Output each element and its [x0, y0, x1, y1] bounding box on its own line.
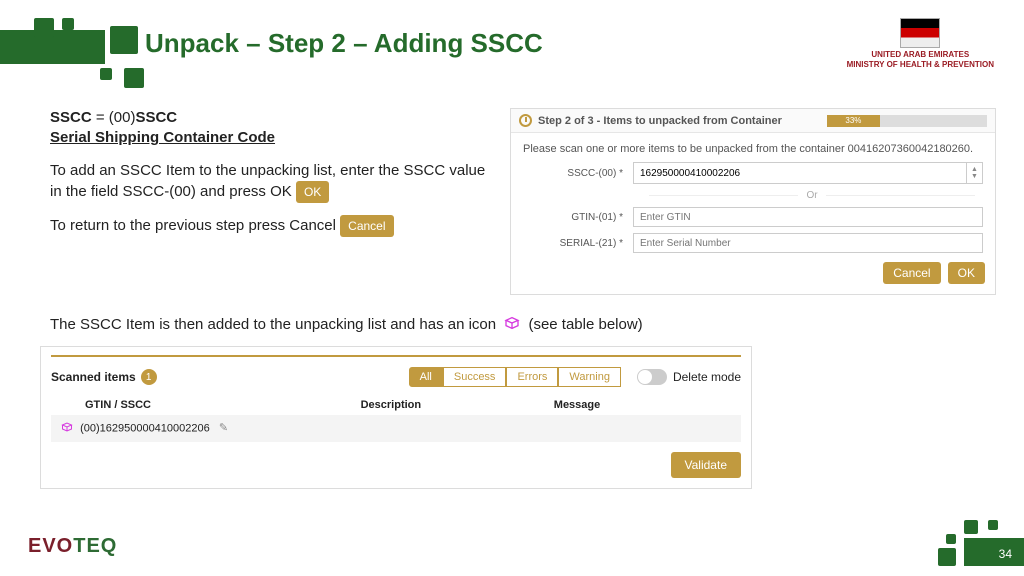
- scanned-items-panel: Scanned items 1 All Success Errors Warni…: [40, 346, 752, 489]
- scanned-count-badge: 1: [141, 369, 157, 385]
- filter-warning[interactable]: Warning: [558, 367, 621, 387]
- page-number: 34: [999, 547, 1012, 561]
- result-text: The SSCC Item is then added to the unpac…: [50, 315, 930, 335]
- instruction-p1: To add an SSCC Item to the unpacking lis…: [50, 162, 485, 200]
- progress-bar: 33%: [827, 115, 987, 127]
- instruction-p2: To return to the previous step press Can…: [50, 217, 336, 234]
- or-divider: Or: [511, 187, 995, 204]
- page-title: Unpack – Step 2 – Adding SSCC: [145, 28, 543, 59]
- filter-errors[interactable]: Errors: [506, 367, 558, 387]
- delete-mode-toggle[interactable]: [637, 369, 667, 385]
- delete-mode-label: Delete mode: [673, 370, 741, 384]
- edit-icon[interactable]: ✎: [219, 422, 228, 434]
- serial-label: SERIAL-(21) *: [523, 238, 633, 249]
- sscc-input[interactable]: [634, 163, 966, 183]
- filter-all[interactable]: All: [409, 367, 443, 387]
- serial-input[interactable]: [633, 233, 983, 253]
- gov-logo: UNITED ARAB EMIRATES MINISTRY OF HEALTH …: [847, 18, 994, 69]
- cancel-button[interactable]: Cancel: [883, 262, 940, 284]
- evoteq-logo: EVOTEQ: [28, 535, 117, 558]
- row-sscc-value: (00)162950000410002206: [80, 422, 210, 434]
- package-icon: [504, 315, 520, 335]
- uae-emblem-icon: [900, 18, 940, 48]
- gov-line1: UNITED ARAB EMIRATES: [847, 50, 994, 60]
- clock-icon: [519, 114, 532, 127]
- col-desc: Description: [355, 395, 548, 415]
- gtin-input[interactable]: [633, 207, 983, 227]
- package-icon: [61, 421, 73, 436]
- form-instruction: Please scan one or more items to be unpa…: [511, 133, 995, 159]
- ok-button[interactable]: OK: [948, 262, 985, 284]
- gtin-label: GTIN-(01) *: [523, 212, 633, 223]
- col-msg: Message: [548, 395, 741, 415]
- form-step-title: Step 2 of 3 - Items to unpacked from Con…: [538, 115, 782, 127]
- table-row: (00)162950000410002206 ✎: [51, 415, 741, 442]
- sscc-label: SSCC-(00) *: [523, 168, 633, 179]
- gov-line2: MINISTRY OF HEALTH & PREVENTION: [847, 60, 994, 70]
- instruction-text: SSCC = (00)SSCC Serial Shipping Containe…: [50, 108, 490, 249]
- spinner-icon[interactable]: ▲▼: [966, 163, 982, 183]
- cancel-button-inline: Cancel: [340, 215, 393, 237]
- progress-fill: 33%: [827, 115, 880, 127]
- unpack-form-panel: Step 2 of 3 - Items to unpacked from Con…: [510, 108, 996, 295]
- filter-success[interactable]: Success: [443, 367, 507, 387]
- scanned-items-heading: Scanned items: [51, 370, 136, 384]
- validate-button[interactable]: Validate: [671, 452, 741, 478]
- ok-button-inline: OK: [296, 181, 329, 203]
- sscc-term: SSCC: [50, 109, 92, 126]
- sscc-definition: Serial Shipping Container Code: [50, 129, 275, 146]
- col-gtin: GTIN / SSCC: [51, 395, 355, 415]
